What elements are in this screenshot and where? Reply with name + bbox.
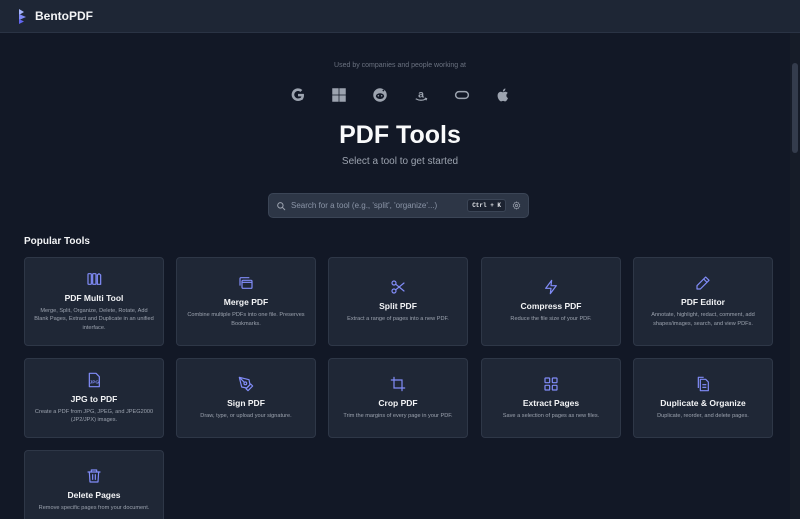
card-description: Create a PDF from JPG, JPEG, and JPEG200… — [34, 408, 154, 423]
trash-icon — [86, 468, 102, 484]
zap-icon — [543, 279, 559, 295]
apple-logo-icon — [494, 86, 512, 104]
pen-tool-icon — [238, 376, 254, 392]
card-title: Delete Pages — [67, 489, 121, 500]
tool-card-compress-pdf[interactable]: Compress PDF Reduce the file size of you… — [481, 257, 621, 346]
tool-card-merge-pdf[interactable]: Merge PDF Combine multiple PDFs into one… — [176, 257, 316, 346]
card-title: Split PDF — [379, 301, 417, 312]
scrollbar[interactable] — [790, 33, 800, 519]
keyboard-shortcut-badge: Ctrl + K — [467, 199, 506, 212]
google-logo-icon — [289, 86, 307, 104]
card-description: Combine multiple PDFs into one file. Pre… — [187, 312, 305, 327]
search-icon — [277, 201, 286, 210]
bento-logo-icon — [19, 9, 26, 24]
card-title: PDF Editor — [681, 297, 725, 308]
scissors-icon — [390, 279, 406, 295]
svg-text:a: a — [418, 88, 424, 100]
card-title: Merge PDF — [223, 297, 269, 308]
file-duplicate-icon — [695, 376, 711, 392]
tool-card-pdf-editor[interactable]: PDF Editor Annotate, highlight, redact, … — [633, 257, 773, 346]
card-title: Compress PDF — [520, 301, 582, 312]
tool-card-split-pdf[interactable]: Split PDF Extract a range of pages into … — [328, 257, 468, 346]
card-title: Extract Pages — [522, 397, 580, 408]
brand-name: BentoPDF — [35, 9, 93, 23]
card-description: Merge, Split, Organize, Delete, Rotate, … — [34, 308, 154, 331]
capsule-logo-icon — [453, 86, 471, 104]
card-description: Duplicate, reorder, and delete pages. — [657, 412, 749, 419]
card-title: PDF Multi Tool — [64, 293, 124, 304]
tool-card-jpg-to-pdf[interactable]: JPG JPG to PDF Create a PDF from JPG, JP… — [24, 358, 164, 438]
tool-card-delete-pages[interactable]: Delete Pages Remove specific pages from … — [24, 450, 164, 519]
card-description: Reduce the file size of your PDF. — [510, 316, 592, 323]
used-by-text: Used by companies and people working at — [334, 62, 466, 69]
card-description: Extract a range of pages into a new PDF. — [347, 316, 449, 323]
copy-icon — [238, 275, 254, 291]
card-description: Draw, type, or upload your signature. — [200, 412, 292, 419]
tool-card-extract-pages[interactable]: Extract Pages Save a selection of pages … — [481, 358, 621, 438]
jpg-file-icon: JPG — [86, 372, 102, 388]
company-logos: a — [0, 86, 800, 104]
brand[interactable]: BentoPDF — [17, 8, 93, 24]
section-title-popular-tools: Popular Tools — [24, 236, 90, 247]
search-input[interactable] — [291, 201, 468, 210]
top-bar: BentoPDF — [0, 0, 800, 33]
card-title: Sign PDF — [227, 397, 265, 408]
tool-card-pdf-multi-tool[interactable]: PDF Multi Tool Merge, Split, Organize, D… — [24, 257, 164, 346]
gear-icon[interactable] — [512, 201, 521, 210]
card-title: JPG to PDF — [70, 393, 118, 404]
pencil-icon — [695, 275, 711, 291]
grid-icon — [543, 376, 559, 392]
page-title: PDF Tools — [339, 121, 461, 149]
card-description: Annotate, highlight, redact, comment, ad… — [651, 312, 755, 327]
svg-text:JPG: JPG — [90, 379, 100, 384]
card-title: Duplicate & Organize — [660, 397, 746, 408]
crop-icon — [390, 376, 406, 392]
amazon-logo-icon: a — [412, 86, 430, 104]
card-description: Remove specific pages from your document… — [38, 504, 150, 511]
columns-icon — [86, 271, 102, 287]
card-description: Save a selection of pages as new files. — [502, 412, 600, 419]
tool-card-duplicate-organize[interactable]: Duplicate & Organize Duplicate, reorder,… — [633, 358, 773, 438]
windows-logo-icon — [330, 86, 348, 104]
card-title: Crop PDF — [378, 397, 418, 408]
tool-card-sign-pdf[interactable]: Sign PDF Draw, type, or upload your sign… — [176, 358, 316, 438]
card-description: Trim the margins of every page in your P… — [343, 412, 453, 419]
reddit-logo-icon — [371, 86, 389, 104]
page-subtitle: Select a tool to get started — [341, 156, 459, 167]
tool-search-bar[interactable]: Ctrl + K — [268, 193, 529, 218]
tool-card-crop-pdf[interactable]: Crop PDF Trim the margins of every page … — [328, 358, 468, 438]
